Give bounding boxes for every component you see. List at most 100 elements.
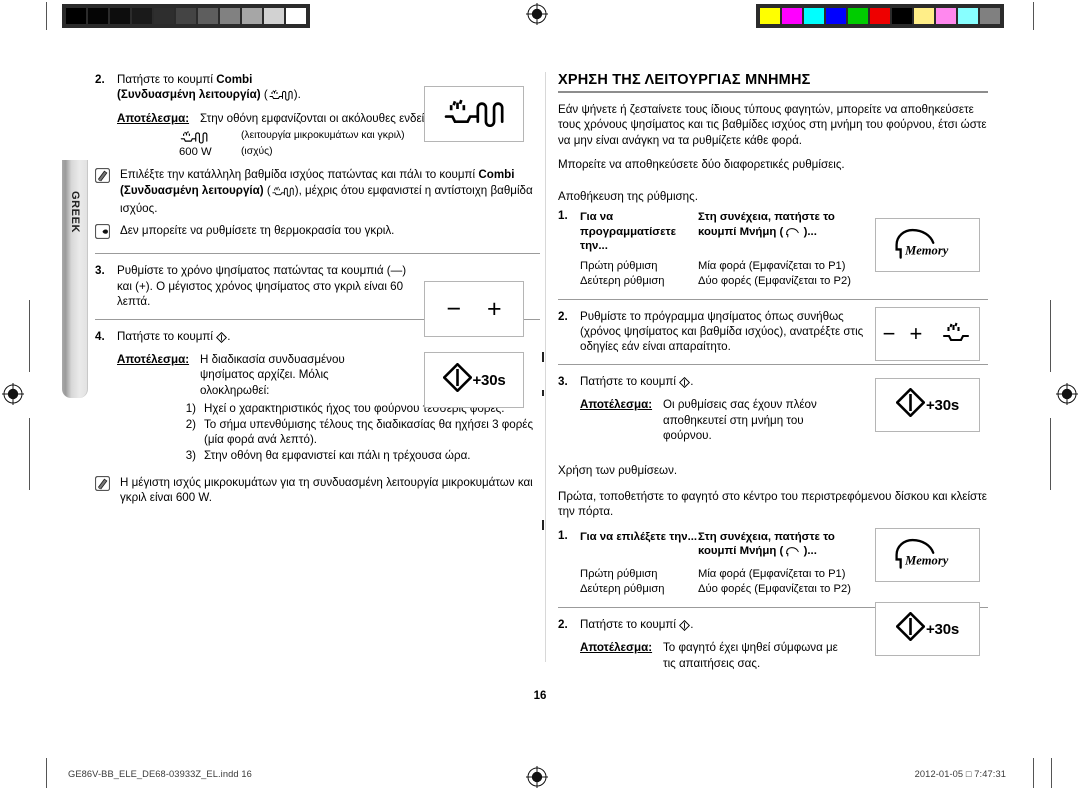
table-row: Δεύτερη ρύθμιση Δύο φορές (Εμφανίζεται τ… bbox=[580, 582, 880, 597]
grey-swatch-9 bbox=[264, 8, 284, 24]
step-4-number: 4. bbox=[95, 329, 105, 343]
keybox-minus-plus-combi[interactable]: − + bbox=[875, 307, 980, 361]
store-step-3-result-label: Αποτέλεσμα: bbox=[580, 398, 653, 412]
trim-mark-top-left-v bbox=[46, 2, 47, 30]
greyscale-calibration-strip bbox=[62, 4, 310, 28]
step-4-text-before: Πατήστε το κουμπί bbox=[117, 329, 217, 343]
color-swatch-1 bbox=[782, 8, 802, 24]
keybox-memory-use[interactable]: Memory bbox=[875, 528, 980, 582]
use-step-2-number: 2. bbox=[558, 617, 568, 631]
keybox-minus-plus[interactable]: − + bbox=[424, 281, 524, 337]
keybox-start-30s-store[interactable]: +30s bbox=[875, 378, 980, 432]
store-header-col2-c: )... bbox=[800, 225, 817, 238]
list-item: 2) Το σήμα υπενθύμισης τέλους της διαδικα… bbox=[179, 417, 540, 448]
start-diamond-icon bbox=[895, 387, 926, 422]
svg-text:Memory: Memory bbox=[904, 554, 949, 568]
store-step-2-text: Ρυθμίστε το πρόγραμμα ψησίματος όπως συν… bbox=[580, 309, 864, 354]
note-pencil-icon bbox=[94, 167, 117, 216]
minus-icon[interactable]: − bbox=[883, 323, 896, 345]
note-max-power-text: Η μέγιστη ισχύς μικροκυμάτων για τη συνδ… bbox=[120, 475, 533, 505]
combi-icon bbox=[268, 88, 294, 105]
color-swatch-6 bbox=[892, 8, 912, 24]
step-2-bold-greek: (Συνδυασμένη λειτουργία) bbox=[117, 88, 261, 102]
use-step-2-text-before: Πατήστε το κουμπί bbox=[580, 617, 680, 631]
use-table-rows: Πρώτη ρύθμιση Μία φορά (Εμφανίζεται το P… bbox=[580, 567, 880, 598]
grey-swatch-4 bbox=[154, 8, 174, 24]
store-table-header-col1: Για να προγραμματίσετε την... bbox=[580, 211, 676, 253]
gutter-mark-mid bbox=[542, 390, 544, 396]
step-3-number: 3. bbox=[95, 264, 105, 278]
use-row-1-col2: Μία φορά (Εμφανίζεται το P1) bbox=[698, 567, 846, 580]
grey-swatch-5 bbox=[176, 8, 196, 24]
store-header-col2-b: κουμπί Μνήμη ( bbox=[698, 225, 787, 238]
use-step-2-text-after: . bbox=[690, 617, 694, 631]
use-step-2-result-label: Αποτέλεσμα: bbox=[580, 641, 653, 655]
rule-before-store-step-2 bbox=[558, 298, 988, 300]
section-title-use: Χρήση των ρυθμίσεων. bbox=[558, 464, 678, 478]
keybox-memory-store[interactable]: Memory bbox=[875, 218, 980, 272]
step-2-text-end: ). bbox=[293, 88, 301, 102]
store-step-1-number: 1. bbox=[558, 209, 568, 223]
store-table-header-col2: Στη συνέχεια, πατήστε το κουμπί Μνήμη ( … bbox=[698, 210, 880, 254]
use-step-2-result-text: Το φαγητό έχει ψηθεί σύμφωνα με τις απαι… bbox=[663, 641, 838, 670]
trim-mark-bottom-left-v bbox=[46, 758, 47, 788]
language-tab-label: GREEK bbox=[68, 190, 81, 234]
display-row-power-key: 600 W bbox=[179, 146, 212, 159]
sub-marker-2: 2) bbox=[185, 417, 196, 431]
table-row: Δεύτερη ρύθμιση Δύο φορές (Εμφανίζεται τ… bbox=[580, 274, 880, 289]
use-table-header-col2: Στη συνέχεια, πατήστε το κουμπί Μνήμη ( … bbox=[698, 530, 880, 562]
keybox-start-30s-store-label: +30s bbox=[926, 396, 959, 414]
color-swatch-9 bbox=[958, 8, 978, 24]
plus-icon[interactable]: + bbox=[910, 323, 923, 345]
note-pencil-icon bbox=[94, 475, 117, 506]
color-swatch-8 bbox=[936, 8, 956, 24]
step-4-result-text: Η διαδικασία συνδυασμένου ψησίματος αρχί… bbox=[200, 353, 345, 397]
language-tab-greek: GREEK bbox=[62, 160, 88, 398]
pointing-hand-icon bbox=[94, 223, 117, 244]
note-power-level-text: Επιλέξτε την κατάλληλη βαθμίδα ισχύος πα… bbox=[117, 167, 540, 216]
grey-swatch-2 bbox=[110, 8, 130, 24]
registration-target-bottom-center bbox=[526, 766, 548, 788]
trim-mark-bottom-right-v2 bbox=[1051, 758, 1052, 788]
minus-icon[interactable]: − bbox=[446, 296, 461, 322]
store-step-3-text-after: . bbox=[690, 374, 694, 388]
display-row-power-value: (ισχύς) bbox=[241, 146, 273, 158]
registration-target-right bbox=[1056, 383, 1078, 405]
display-row-power: 600 W (ισχύς) bbox=[179, 144, 540, 160]
combi-icon bbox=[271, 185, 295, 201]
grey-swatch-0 bbox=[66, 8, 86, 24]
step-2-text-before: Πατήστε το κουμπί bbox=[117, 73, 217, 86]
note1-text-b: ( bbox=[263, 183, 271, 197]
grey-swatch-10 bbox=[286, 8, 306, 24]
grey-swatch-8 bbox=[242, 8, 262, 24]
store-header-col2-a: Στη συνέχεια, πατήστε το bbox=[698, 211, 835, 224]
use-header-col2-a: Στη συνέχεια, πατήστε το bbox=[698, 530, 835, 543]
list-item: 3) Στην οθόνη θα εμφανιστεί και πάλι η τρ… bbox=[179, 448, 540, 463]
color-swatch-4 bbox=[848, 8, 868, 24]
store-table-header: Για να προγραμματίσετε την... Στη συνέχε… bbox=[580, 210, 880, 254]
note-max-power: Η μέγιστη ισχύς μικροκυμάτων για τη συνδ… bbox=[94, 475, 540, 506]
use-row-2-col1: Δεύτερη ρύθμιση bbox=[580, 583, 665, 596]
use-step-1-number: 1. bbox=[558, 528, 568, 542]
keybox-start-30s[interactable]: +30s bbox=[424, 352, 524, 408]
registration-target-top-center bbox=[526, 3, 548, 25]
sub-text-2: Το σήμα υπενθύμισης τέλους της διαδικασί… bbox=[204, 417, 534, 447]
right-column: ΧΡΗΣΗ ΤΗΣ ΛΕΙΤΟΥΡΓΙΑΣ ΜΝΗΜΗΣ Εάν ψήνετε … bbox=[558, 72, 988, 673]
combi-icon bbox=[441, 95, 507, 133]
page-number: 16 bbox=[533, 690, 547, 702]
manual-page: GREEK 2. Πατήστε το κουμπί Combi (Συνδυα… bbox=[0, 0, 1080, 792]
use-header-col2-b: κουμπί Μνήμη ( bbox=[698, 545, 787, 558]
color-calibration-strip bbox=[756, 4, 1004, 28]
grey-swatch-1 bbox=[88, 8, 108, 24]
gutter-mark-lower bbox=[542, 520, 544, 530]
store-step-2-number: 2. bbox=[558, 309, 568, 323]
memory-icon: Memory bbox=[893, 228, 963, 262]
trim-mark-bottom-right-v bbox=[1033, 758, 1034, 788]
color-swatch-5 bbox=[870, 8, 890, 24]
registration-target-left bbox=[2, 383, 24, 405]
keybox-combi[interactable] bbox=[424, 86, 524, 142]
note-power-level: Επιλέξτε την κατάλληλη βαθμίδα ισχύος πα… bbox=[94, 167, 540, 216]
sub-marker-3: 3) bbox=[185, 448, 196, 462]
plus-icon[interactable]: + bbox=[487, 296, 502, 322]
keybox-start-30s-use[interactable]: +30s bbox=[875, 602, 980, 656]
